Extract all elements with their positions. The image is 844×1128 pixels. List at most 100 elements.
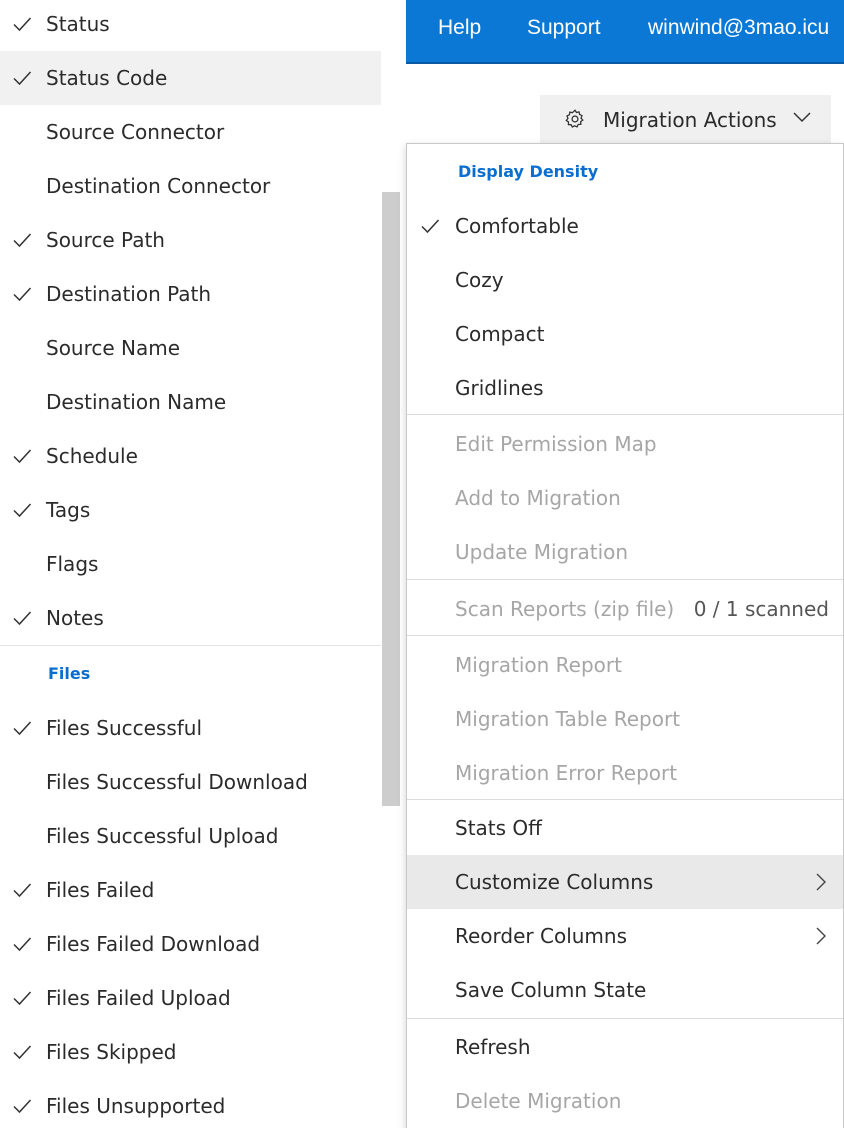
- column-option-label: Files Failed: [46, 878, 155, 902]
- display-density-header: Display Density: [458, 162, 599, 181]
- menu-item-label: Edit Permission Map: [455, 432, 657, 456]
- column-option-label: Source Path: [46, 228, 165, 252]
- menu-item-refresh[interactable]: Refresh: [407, 1020, 843, 1074]
- top-bar: Help Support winwind@3mao.icu: [406, 0, 844, 64]
- checkmark-icon: [13, 991, 32, 1006]
- column-option-files-failed-upload[interactable]: Files Failed Upload: [0, 971, 381, 1025]
- column-option-status[interactable]: Status: [0, 0, 381, 51]
- chevron-right-icon: [816, 927, 826, 945]
- column-option-label: Tags: [46, 498, 91, 522]
- checkmark-icon: [13, 721, 32, 736]
- menu-item-label: Save Column State: [455, 978, 647, 1002]
- column-option-label: Status: [46, 12, 110, 36]
- checkmark-icon: [13, 611, 32, 626]
- files-section-header: Files: [48, 664, 91, 683]
- column-option-label: Source Name: [46, 336, 181, 360]
- menu-item-label: Delete Migration: [455, 1089, 622, 1113]
- column-option-label: Files Skipped: [46, 1040, 177, 1064]
- column-option-files-failed-download[interactable]: Files Failed Download: [0, 917, 381, 971]
- column-option-destination-connector[interactable]: Destination Connector: [0, 159, 381, 213]
- scrollbar-thumb[interactable]: [382, 192, 400, 806]
- checkmark-icon: [13, 1045, 32, 1060]
- checkmark-icon: [13, 1099, 32, 1114]
- menu-item-label: Add to Migration: [455, 486, 621, 510]
- menu-divider: [0, 645, 381, 646]
- chevron-down-icon: [793, 112, 811, 123]
- column-option-status-code[interactable]: Status Code: [0, 51, 381, 105]
- support-link[interactable]: Support: [527, 0, 601, 56]
- checkmark-icon: [13, 17, 32, 32]
- menu-divider: [407, 1018, 843, 1019]
- column-option-label: Flags: [46, 552, 99, 576]
- column-option-source-name[interactable]: Source Name: [0, 321, 381, 375]
- column-option-source-connector[interactable]: Source Connector: [0, 105, 381, 159]
- menu-item-migration-report: Migration Report: [407, 638, 843, 692]
- menu-item-customize-columns[interactable]: Customize Columns: [407, 855, 843, 909]
- column-option-label: Source Connector: [46, 120, 225, 144]
- column-option-label: Files Failed Upload: [46, 986, 231, 1010]
- menu-item-scan-reports-zip-file: Scan Reports (zip file) 0 / 1 scanned: [407, 582, 843, 636]
- column-option-notes[interactable]: Notes: [0, 591, 381, 645]
- menu-item-migration-error-report: Migration Error Report: [407, 746, 843, 800]
- column-option-destination-name[interactable]: Destination Name: [0, 375, 381, 429]
- checkmark-icon: [421, 219, 440, 234]
- menu-divider: [407, 414, 843, 415]
- density-option-cozy[interactable]: Cozy: [407, 253, 843, 307]
- column-option-label: Status Code: [46, 66, 168, 90]
- migration-actions-menu: Display Density Comfortable Cozy Compact Gr…: [406, 143, 844, 1128]
- density-option-compact[interactable]: Compact: [407, 307, 843, 361]
- column-option-files-successful[interactable]: Files Successful: [0, 701, 381, 755]
- menu-item-delete-migration: Delete Migration: [407, 1074, 843, 1128]
- migration-actions-label: Migration Actions: [603, 108, 777, 132]
- menu-item-label: Scan Reports (zip file): [455, 597, 675, 621]
- column-option-label: Files Unsupported: [46, 1094, 226, 1118]
- column-option-flags[interactable]: Flags: [0, 537, 381, 591]
- column-option-label: Files Successful Download: [46, 770, 308, 794]
- density-option-gridlines[interactable]: Gridlines: [407, 361, 843, 415]
- menu-item-stats-off[interactable]: Stats Off: [407, 801, 843, 855]
- menu-item-label: Stats Off: [455, 816, 542, 840]
- column-option-schedule[interactable]: Schedule: [0, 429, 381, 483]
- column-option-files-skipped[interactable]: Files Skipped: [0, 1025, 381, 1079]
- menu-item-label: Refresh: [455, 1035, 531, 1059]
- column-option-tags[interactable]: Tags: [0, 483, 381, 537]
- menu-item-update-migration: Update Migration: [407, 525, 843, 579]
- column-option-files-failed[interactable]: Files Failed: [0, 863, 381, 917]
- checkmark-icon: [13, 449, 32, 464]
- column-option-source-path[interactable]: Source Path: [0, 213, 381, 267]
- checkmark-icon: [13, 883, 32, 898]
- checkmark-icon: [13, 287, 32, 302]
- user-account-link[interactable]: winwind@3mao.icu: [648, 0, 829, 56]
- column-option-label: Destination Path: [46, 282, 212, 306]
- column-option-label: Destination Name: [46, 390, 227, 414]
- density-option-comfortable[interactable]: Comfortable: [407, 199, 843, 253]
- column-option-files-unsupported[interactable]: Files Unsupported: [0, 1079, 381, 1128]
- menu-item-add-to-migration: Add to Migration: [407, 471, 843, 525]
- column-option-destination-path[interactable]: Destination Path: [0, 267, 381, 321]
- menu-divider: [407, 635, 843, 636]
- menu-item-migration-table-report: Migration Table Report: [407, 692, 843, 746]
- columns-submenu: Files Status Status Code Source Connector D…: [0, 0, 406, 1128]
- menu-item-label: Migration Error Report: [455, 761, 678, 785]
- menu-item-edit-permission-map: Edit Permission Map: [407, 417, 843, 471]
- column-option-label: Files Successful: [46, 716, 203, 740]
- menu-item-label: Migration Report: [455, 653, 622, 677]
- menu-item-save-column-state[interactable]: Save Column State: [407, 963, 843, 1017]
- migration-actions-button[interactable]: Migration Actions: [540, 95, 831, 143]
- checkmark-icon: [13, 71, 32, 86]
- column-option-files-successful-upload[interactable]: Files Successful Upload: [0, 809, 381, 863]
- menu-item-reorder-columns[interactable]: Reorder Columns: [407, 909, 843, 963]
- menu-divider: [407, 579, 843, 580]
- column-option-label: Destination Connector: [46, 174, 271, 198]
- chevron-right-icon: [816, 873, 826, 891]
- column-option-label: Notes: [46, 606, 104, 630]
- column-option-files-successful-download[interactable]: Files Successful Download: [0, 755, 381, 809]
- menu-item-label: Comfortable: [455, 214, 579, 238]
- menu-item-label: Compact: [455, 322, 545, 346]
- column-option-label: Files Successful Upload: [46, 824, 279, 848]
- help-link[interactable]: Help: [438, 0, 481, 56]
- menu-item-label: Reorder Columns: [455, 924, 628, 948]
- menu-item-label: Migration Table Report: [455, 707, 681, 731]
- menu-item-label: Customize Columns: [455, 870, 654, 894]
- column-option-label: Files Failed Download: [46, 932, 261, 956]
